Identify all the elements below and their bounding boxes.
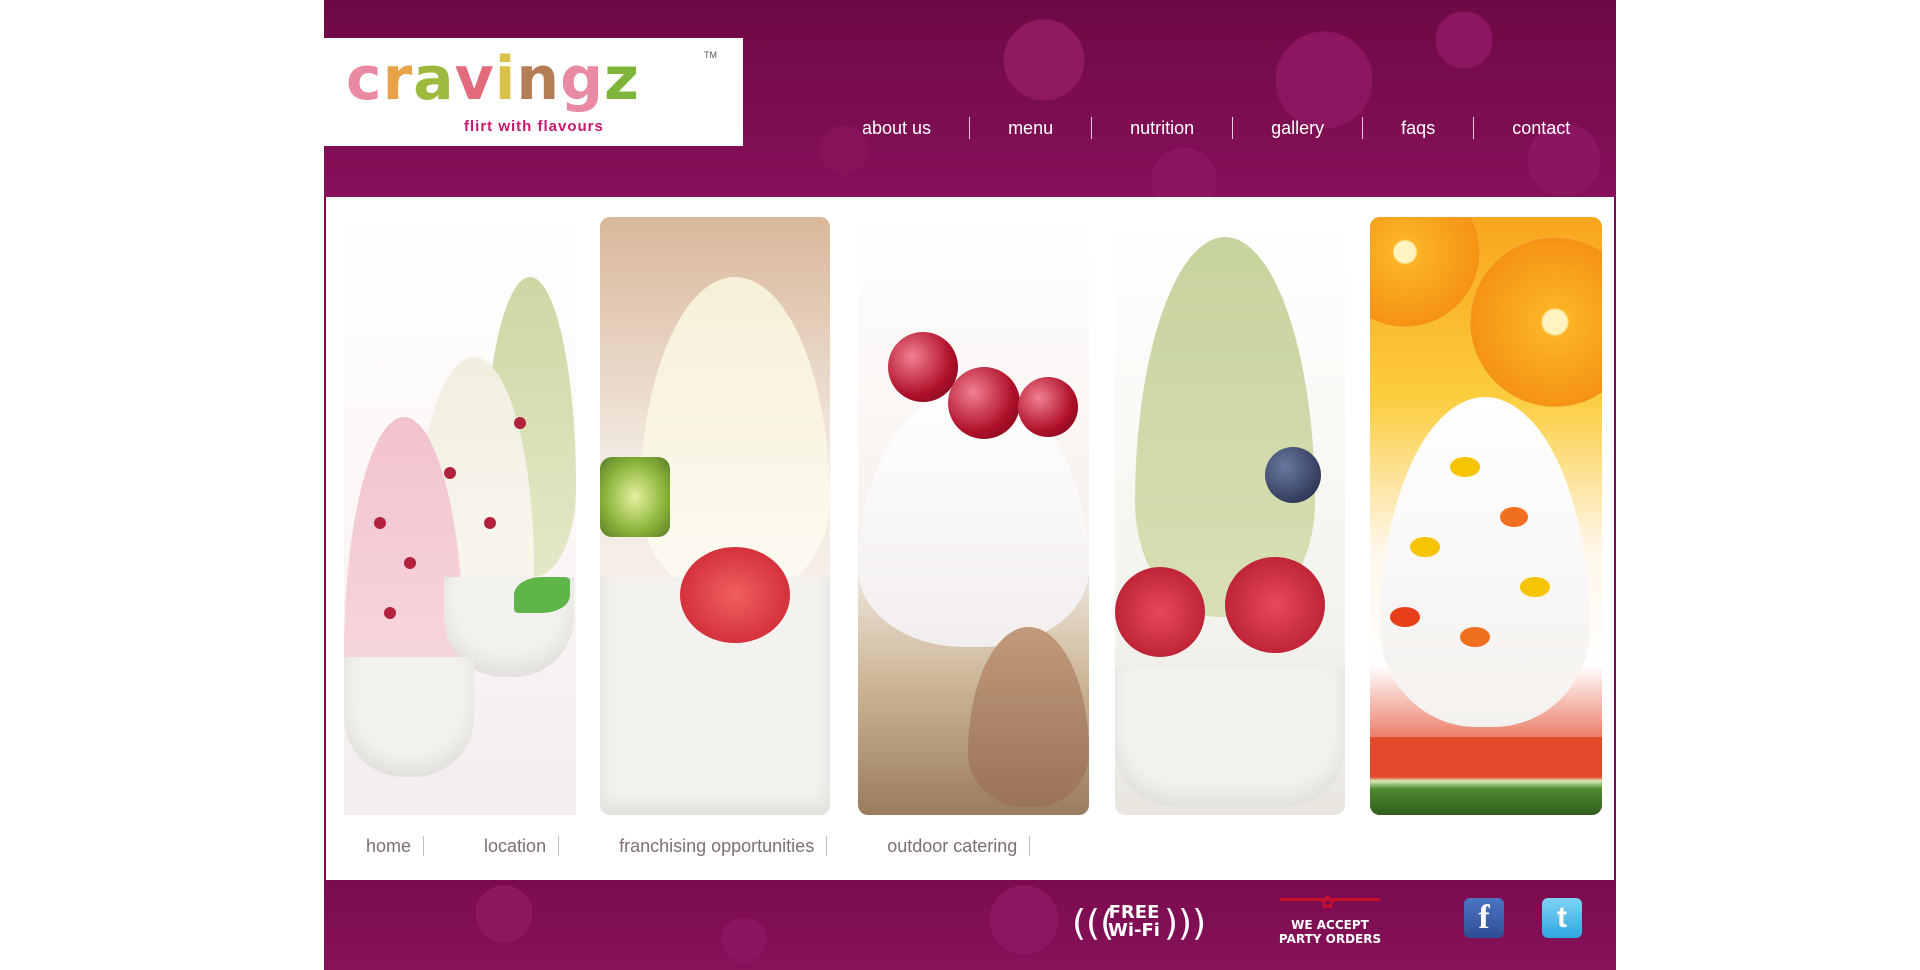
subnav-location[interactable]: location (484, 836, 546, 856)
header: cravingz TM flirt with flavours about us… (324, 0, 1616, 197)
blueberry (1265, 447, 1321, 503)
cherry (888, 332, 958, 402)
content-area: home location franchising opportunities … (326, 197, 1614, 880)
candy (1520, 577, 1550, 597)
gallery-panel-green-tea[interactable] (1115, 217, 1345, 815)
logo-wordmark: cravingz (346, 44, 640, 114)
candy (1460, 627, 1490, 647)
twitter-icon[interactable]: t (1542, 898, 1582, 938)
subnav-outdoor-catering[interactable]: outdoor catering (887, 836, 1017, 856)
nav-about-us[interactable]: about us (824, 117, 969, 139)
bowl (1115, 667, 1345, 807)
bowl (344, 657, 474, 777)
swirl-vanilla (1380, 397, 1590, 727)
candy (1390, 607, 1420, 627)
main-nav: about us menu nutrition gallery faqs con… (824, 116, 1608, 140)
gallery-panel-cherry-sundae[interactable] (858, 217, 1089, 815)
party-orders-badge: ✿ WE ACCEPT PARTY ORDERS (1276, 892, 1384, 950)
logo-tagline: flirt with flavours (464, 118, 604, 135)
pomegranate-seed (484, 517, 496, 529)
logo[interactable]: cravingz TM flirt with flavours (324, 38, 743, 146)
watermelon (1370, 737, 1602, 815)
wifi-waves-right-icon: ))) (1164, 903, 1207, 944)
site: cravingz TM flirt with flavours about us… (324, 0, 1616, 970)
party-line2: PARTY ORDERS (1278, 932, 1382, 946)
swirl-chocolate (968, 627, 1089, 807)
footer: ((( FREE Wi-Fi ))) ✿ WE ACCEPT PARTY ORD… (324, 880, 1616, 970)
gallery-panel-candy-swirl[interactable] (1370, 217, 1602, 815)
raspberry (1225, 557, 1325, 653)
cherry (948, 367, 1020, 439)
subnav-franchising[interactable]: franchising opportunities (619, 836, 814, 856)
candy (1410, 537, 1440, 557)
subnav-home[interactable]: home (366, 836, 411, 856)
orange-slice (1370, 217, 1480, 327)
wifi-line2: Wi-Fi (1108, 920, 1160, 941)
party-line1: WE ACCEPT (1291, 918, 1369, 932)
nav-gallery[interactable]: gallery (1233, 117, 1362, 139)
gallery-panel-fruit-cup[interactable] (600, 217, 830, 815)
pomegranate-seed (384, 607, 396, 619)
pomegranate-seed (514, 417, 526, 429)
raspberry (1115, 567, 1205, 657)
pomegranate-seed (374, 517, 386, 529)
candy (1450, 457, 1480, 477)
cherry (1018, 377, 1078, 437)
nav-contact[interactable]: contact (1474, 117, 1608, 139)
pomegranate-seed (444, 467, 456, 479)
facebook-icon[interactable]: f (1464, 898, 1504, 938)
nav-menu[interactable]: menu (970, 117, 1091, 139)
subnav-divider (423, 836, 425, 856)
free-wifi-badge: ((( FREE Wi-Fi ))) (1072, 902, 1206, 946)
secondary-nav: home location franchising opportunities … (366, 836, 1044, 856)
logo-trademark: TM (704, 50, 717, 60)
orange-slice (1470, 237, 1602, 407)
subnav-divider (826, 836, 828, 856)
strawberry (680, 547, 790, 643)
gallery-panel-yogurt-trio[interactable] (344, 217, 576, 815)
mint-leaf (514, 577, 570, 613)
pomegranate-seed (404, 557, 416, 569)
subnav-divider (1029, 836, 1031, 856)
nav-faqs[interactable]: faqs (1363, 117, 1473, 139)
candy (1500, 507, 1528, 527)
bow-icon: ✿ (1320, 892, 1336, 912)
subnav-divider (558, 836, 560, 856)
nav-nutrition[interactable]: nutrition (1092, 117, 1232, 139)
kiwi-slice (600, 457, 670, 537)
